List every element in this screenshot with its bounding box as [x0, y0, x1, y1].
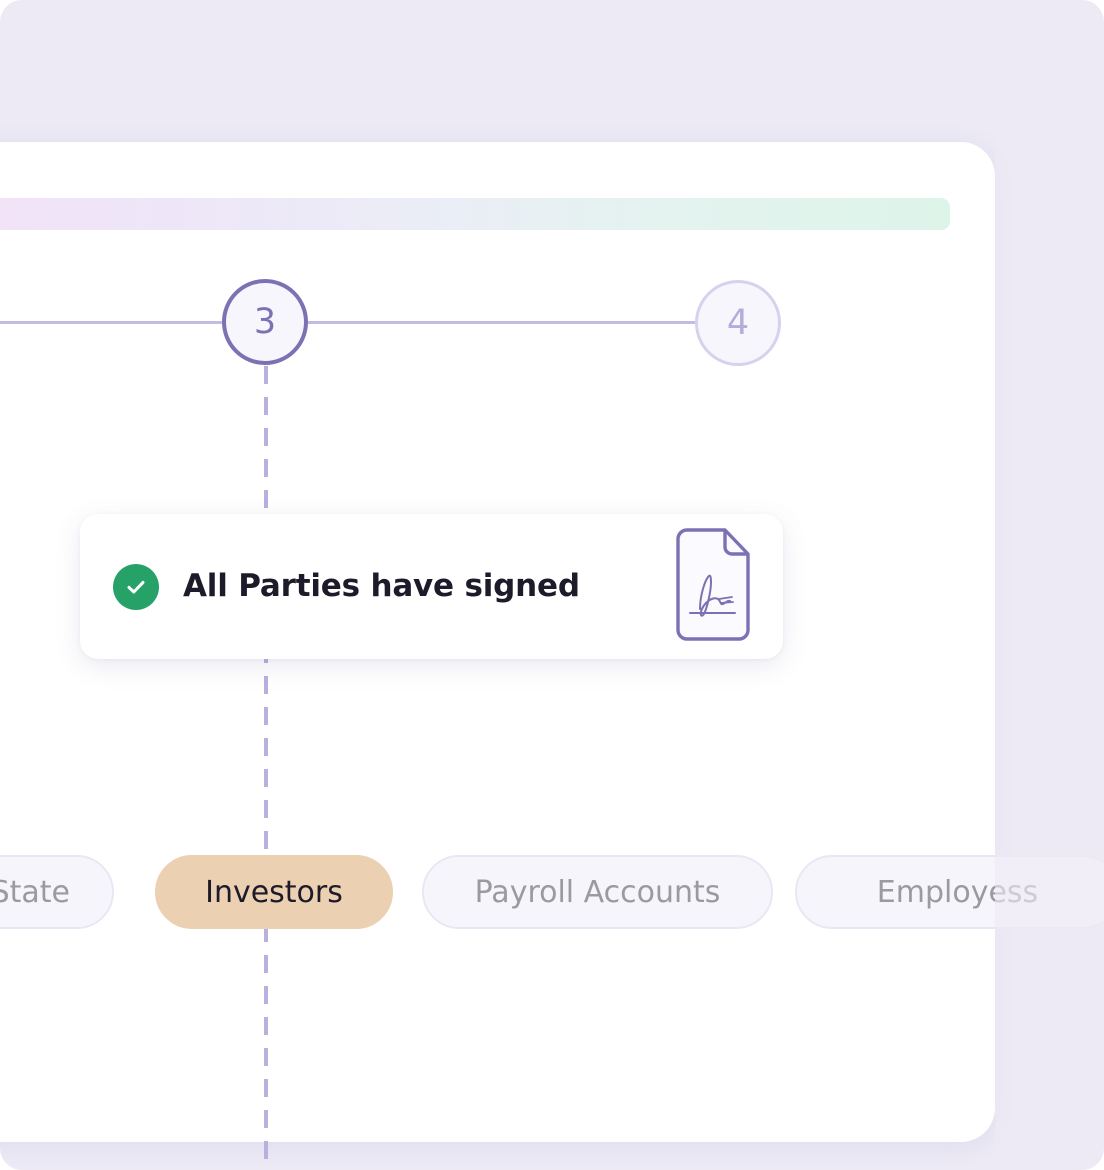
entity-pill-payroll-accounts-label: Payroll Accounts	[474, 874, 721, 910]
stepper-step-4[interactable]: 4	[695, 280, 781, 366]
page-root: 3 4 All Parties have signed State Invest…	[0, 0, 1104, 1170]
stepper-connector-left	[0, 321, 235, 324]
active-step-guide-line	[264, 366, 268, 1170]
entity-pill-row: State Investors Payroll Accounts Employe…	[0, 855, 1104, 929]
stepper-connector-right	[300, 321, 700, 324]
all-parties-signed-card[interactable]: All Parties have signed	[80, 514, 783, 659]
stepper-step-3-number: 3	[253, 302, 277, 342]
signed-status-label: All Parties have signed	[183, 568, 580, 604]
stepper-step-3[interactable]: 3	[222, 279, 308, 365]
check-circle-icon	[113, 564, 159, 610]
signed-document-icon	[669, 527, 755, 645]
card-right-overflow-mask	[995, 142, 1104, 1170]
entity-pill-investors[interactable]: Investors	[155, 855, 393, 929]
entity-pill-employess[interactable]: Employess	[795, 855, 1104, 929]
entity-pill-state-label: State	[0, 874, 70, 910]
entity-pill-state[interactable]: State	[0, 855, 114, 929]
progress-gradient-bar	[0, 198, 950, 230]
entity-pill-investors-label: Investors	[205, 874, 343, 910]
stepper-step-4-number: 4	[726, 303, 750, 343]
entity-pill-employess-label: Employess	[876, 874, 1039, 910]
entity-pill-payroll-accounts[interactable]: Payroll Accounts	[422, 855, 773, 929]
